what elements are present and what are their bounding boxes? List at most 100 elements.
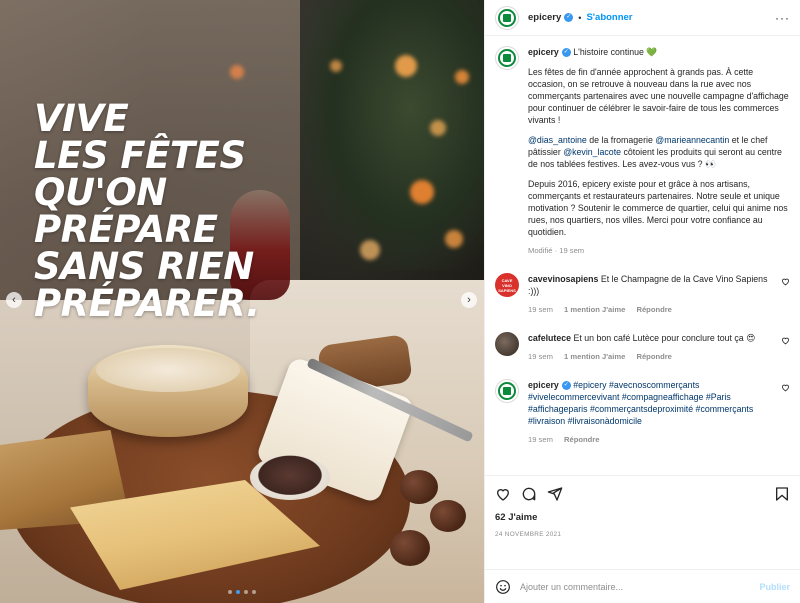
heart-icon[interactable] xyxy=(495,486,511,502)
bokeh-light xyxy=(360,240,380,260)
comment-meta: 19 sem 1 mention J'aime Répondre xyxy=(528,304,775,316)
verified-icon: ✓ xyxy=(564,13,574,22)
bokeh-light xyxy=(395,55,417,77)
comment-username[interactable]: cavevinosapiens xyxy=(528,274,598,284)
bokeh-light xyxy=(445,230,463,248)
epicery-logo-icon xyxy=(498,382,516,400)
post-actions: 62 J'aime 24 NOVEMBRE 2021 xyxy=(485,475,800,569)
caption-body: epicery ✓ L'histoire continue 💚 Les fêtes… xyxy=(528,46,790,257)
header-separator: • xyxy=(578,12,582,23)
caption-meta: Modifié · 19 sem xyxy=(528,246,585,255)
bokeh-light xyxy=(410,180,434,204)
comment-text-line: epicery ✓ #epicery #avecnoscommerçants #v… xyxy=(528,379,775,427)
headline-line: SANS RIEN xyxy=(34,245,254,288)
boxed-cheese-top xyxy=(96,348,240,392)
carousel-dot xyxy=(252,590,256,594)
avatar[interactable] xyxy=(495,332,519,356)
follow-button[interactable]: S'abonner xyxy=(586,12,632,23)
comment-input[interactable]: Ajouter un commentaire... xyxy=(520,582,759,592)
comment-body: cavevinosapiens Et le Champagne de la Ca… xyxy=(528,273,775,316)
reply-button[interactable]: Répondre xyxy=(564,435,599,444)
caption-paragraph: Depuis 2016, epicery existe pour et grâc… xyxy=(528,179,788,237)
heart-icon[interactable] xyxy=(781,277,790,286)
share-icon[interactable] xyxy=(547,486,563,502)
action-icons xyxy=(495,486,790,502)
carousel-indicator xyxy=(228,590,256,594)
comment-body: cafelutece Et un bon café Lutèce pour co… xyxy=(528,332,775,363)
headline-line: VIVE xyxy=(34,97,129,140)
emoji-icon[interactable] xyxy=(495,579,511,595)
carousel-dot-active xyxy=(236,590,240,594)
comment-text-line: cavevinosapiens Et le Champagne de la Ca… xyxy=(528,273,775,297)
headline-line: PRÉPARER. xyxy=(34,282,260,325)
avatar[interactable] xyxy=(495,379,519,403)
carousel-dot xyxy=(228,590,232,594)
verified-icon: ✓ xyxy=(561,48,571,58)
reply-button[interactable]: Répondre xyxy=(636,352,671,361)
caption-title-line: epicery ✓ L'histoire continue 💚 xyxy=(528,46,790,58)
comment-meta: 19 sem Répondre xyxy=(528,434,775,446)
media-headline: VIVE LES FÊTES QU'ON PRÉPARE SANS RIEN P… xyxy=(34,100,334,322)
bokeh-light xyxy=(330,60,342,72)
comment-item: CAVE VINO SAPIENS cavevinosapiens Et le … xyxy=(495,273,790,316)
comment-likes[interactable]: 1 mention J'aime xyxy=(564,352,625,361)
heart-icon[interactable] xyxy=(781,336,790,345)
avatar[interactable] xyxy=(495,5,519,30)
comment-likes[interactable]: 1 mention J'aime xyxy=(564,305,625,314)
comment-time[interactable]: 19 sem xyxy=(528,352,553,361)
comments-section[interactable]: epicery ✓ L'histoire continue 💚 Les fêtes… xyxy=(485,36,800,475)
heart-icon[interactable] xyxy=(781,383,790,392)
caption-text: de la fromagerie xyxy=(586,135,656,145)
jam-bowl xyxy=(250,455,330,500)
comment-time[interactable]: 19 sem xyxy=(528,435,553,444)
comment-item: cafelutece Et un bon café Lutèce pour co… xyxy=(495,332,790,363)
caption-title: L'histoire continue 💚 xyxy=(573,47,658,57)
header-username[interactable]: epicery xyxy=(528,12,561,23)
comment-icon[interactable] xyxy=(521,486,537,502)
epicery-logo-icon xyxy=(498,49,516,67)
comment-time[interactable]: 19 sem xyxy=(528,305,553,314)
mention-link[interactable]: @kevin_lacote xyxy=(563,147,621,157)
caption-username[interactable]: epicery xyxy=(528,47,559,57)
headline-line: LES FÊTES xyxy=(34,134,246,177)
add-comment-bar: Ajouter un commentaire... Publier xyxy=(485,569,800,603)
logo-mark xyxy=(503,13,511,22)
bokeh-light xyxy=(455,70,469,84)
likes-count[interactable]: 62 J'aime xyxy=(495,512,790,523)
comment-username[interactable]: cafelutece xyxy=(528,333,571,343)
reply-button[interactable]: Répondre xyxy=(636,305,671,314)
comment-text-line: cafelutece Et un bon café Lutèce pour co… xyxy=(528,332,775,344)
chevron-right-icon[interactable]: › xyxy=(461,292,477,308)
publish-button[interactable]: Publier xyxy=(759,582,790,592)
comment-username[interactable]: epicery xyxy=(528,380,559,390)
caption-paragraph: Les fêtes de fin d'année approchent à gr… xyxy=(528,67,789,125)
comment-text: Et un bon café Lutèce pour conclure tout… xyxy=(573,333,756,343)
post-header: epicery ✓ • S'abonner ··· xyxy=(485,0,800,36)
verified-icon: ✓ xyxy=(561,381,571,391)
more-icon[interactable]: ··· xyxy=(775,11,790,25)
headline-line: QU'ON xyxy=(34,171,167,214)
logo-mark xyxy=(503,387,511,395)
caption-paragraph: @dias_antoine de la fromagerie @marieann… xyxy=(528,134,790,170)
avatar-text: CAVE VINO SAPIENS xyxy=(498,277,516,293)
bokeh-light xyxy=(430,120,446,136)
carousel-dot xyxy=(244,590,248,594)
bookmark-icon[interactable] xyxy=(774,486,790,502)
avatar[interactable]: CAVE VINO SAPIENS xyxy=(495,273,519,297)
caption: epicery ✓ L'histoire continue 💚 Les fêtes… xyxy=(495,46,790,257)
avatar[interactable] xyxy=(495,46,519,70)
mention-link[interactable]: @dias_antoine xyxy=(528,135,587,145)
post-media[interactable]: VIVE LES FÊTES QU'ON PRÉPARE SANS RIEN P… xyxy=(0,0,484,603)
comment-meta: 19 sem 1 mention J'aime Répondre xyxy=(528,351,775,363)
chestnut xyxy=(430,500,466,532)
post-date: 24 NOVEMBRE 2021 xyxy=(495,531,562,538)
post-panel: epicery ✓ • S'abonner ··· epicery ✓ L'his… xyxy=(484,0,800,603)
chestnut xyxy=(390,530,430,566)
mention-link[interactable]: @marieannecantin xyxy=(655,135,729,145)
logo-mark xyxy=(503,54,511,62)
headline-line: PRÉPARE xyxy=(34,208,218,251)
chestnut xyxy=(400,470,438,504)
comment-body: epicery ✓ #epicery #avecnoscommerçants #v… xyxy=(528,379,775,446)
bokeh-light xyxy=(230,65,244,79)
chevron-left-icon[interactable]: ‹ xyxy=(6,292,22,308)
